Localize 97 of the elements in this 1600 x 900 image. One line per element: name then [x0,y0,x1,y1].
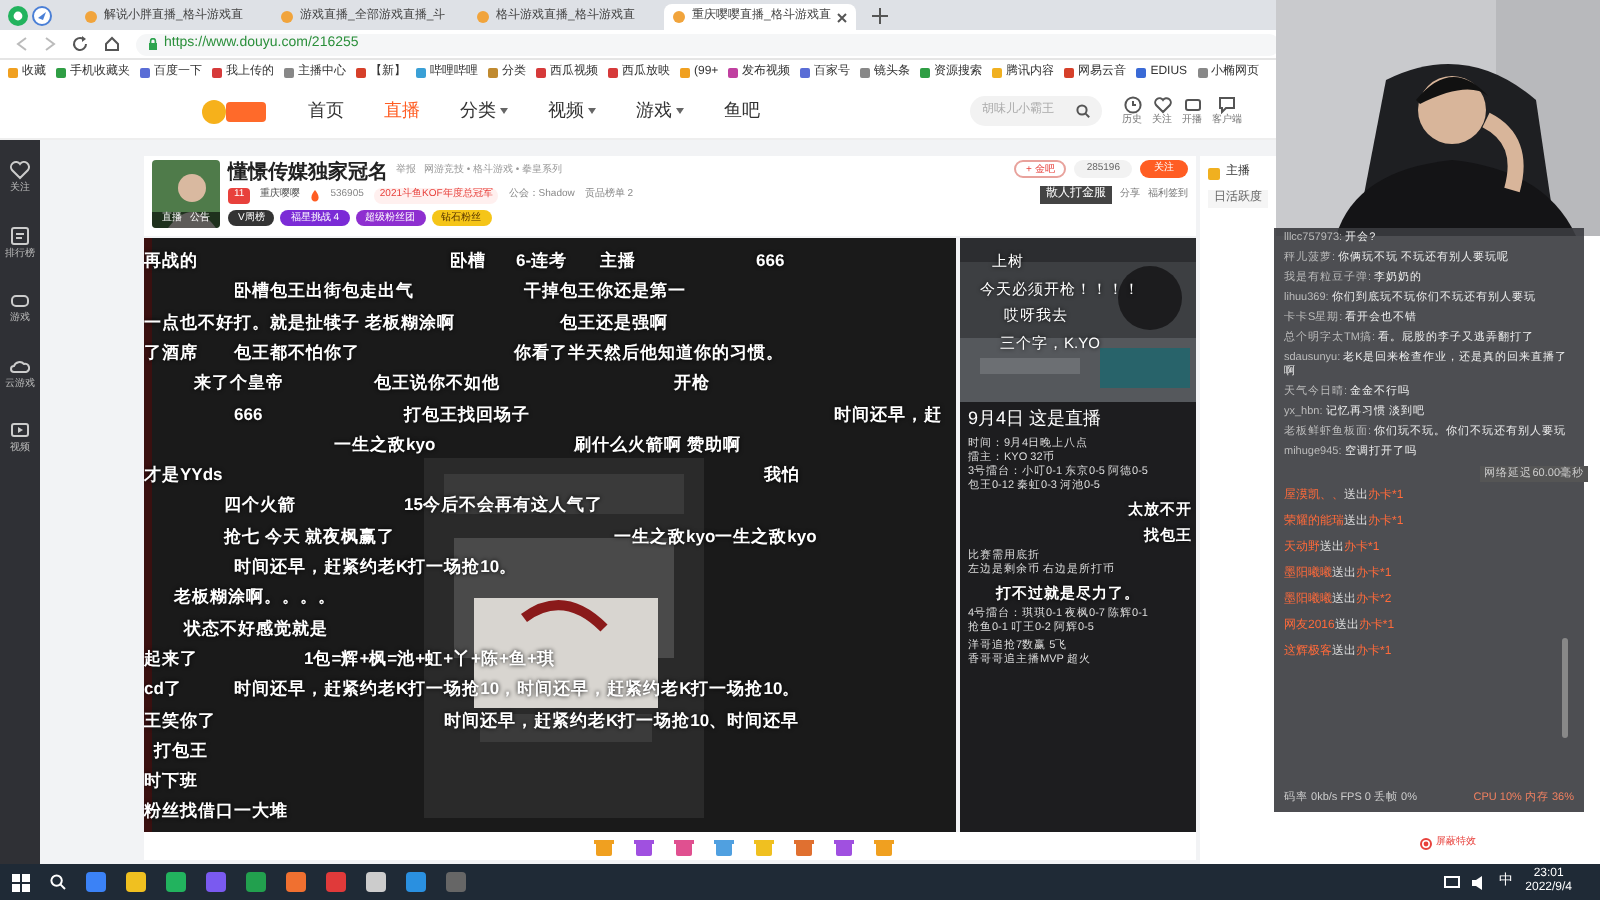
danmaku-comment: 来了个皇帝 [194,370,284,396]
danmaku-comment: 卧槽包王出街包走出气 [234,278,414,305]
rank-icon [10,225,30,245]
danmaku-comment: 一生之敌kyo一生之敌kyo [614,523,817,549]
bookmark-icon [680,67,690,77]
danmaku-comment: 15今后不会再有这人气了 [404,492,603,519]
bookmark-icon [8,67,18,77]
scrollbar-icon[interactable] [1562,638,1568,738]
danmaku-comment: 包王说你不如他 [374,370,500,396]
gift-icon[interactable] [674,836,694,856]
danmaku-comment: 一点也不好打。就是扯犊子 老板糊涂啊 [144,309,455,335]
danmaku-comment: 666 [234,401,263,427]
heart-icon [10,160,30,180]
reload-icon[interactable] [72,36,88,52]
broadcast-icon [1183,95,1201,113]
client-icon [1218,95,1236,113]
flame-icon [310,190,321,202]
bookmark-icon [992,67,1003,77]
bookmark-icon [920,67,931,77]
play-icon [1208,167,1220,179]
navigation-icon[interactable] [32,6,52,26]
bookmark-icon [536,67,546,77]
bookmark-icon [356,67,366,77]
forward-icon[interactable] [44,36,56,52]
danmaku-comment: 卧槽 [450,248,486,274]
bookmark-icon [140,67,150,77]
danmaku-comment: 老板糊涂啊。。。。 [174,584,336,611]
bookmark-icon [1064,67,1075,77]
lock-icon [148,38,158,50]
danmaku-comment: 王笑你了 [144,707,216,733]
danmaku-comment: 时间还早，赶 [834,401,942,427]
danmaku-comment: 时下班 [144,768,198,794]
douyu-logo-icon[interactable] [200,97,268,125]
heart-icon [1153,95,1171,113]
volume-icon[interactable] [1471,875,1488,889]
danmaku-comment: 起来了 [144,645,198,672]
nav-link[interactable]: 分类 [460,97,508,125]
danmaku-comment: 再战的 [144,248,198,274]
bookmark-icon [284,67,294,77]
history-icon [1123,95,1141,113]
danmaku-comment: 四个火箭 [224,492,296,519]
danmaku-comment: 包王都不怕你了 [234,339,360,366]
danmaku-comment: 6-连考 [516,248,568,274]
danmaku-comment: 才是YYds [144,462,223,488]
home-icon[interactable] [104,36,120,52]
danmaku-comment: 包王还是强啊 [560,309,668,335]
danmaku-comment: 抢七 今天 就夜枫赢了 [224,523,396,549]
bookmark-icon [728,67,739,77]
bookmark-icon [488,67,498,77]
back-icon[interactable] [16,36,28,52]
danmaku-comment: 一生之敌kyo [334,431,436,458]
gift-icon[interactable] [714,836,734,856]
new-tab-icon[interactable] [872,8,888,24]
gift-icon[interactable] [634,836,654,856]
danmaku-comment: 666 [756,248,785,274]
danmaku-comment: 粉丝找借口一大堆 [144,798,288,825]
danmaku-comment: 状态不好感觉就是 [184,615,328,641]
danmaku-comment: 时间还早，赶紧约老K打一场抢10、时间还早 [444,707,800,733]
bookmark-icon [860,67,871,77]
avatar-icon [152,160,220,228]
record-icon [1420,837,1432,850]
bookmark-icon [56,67,66,77]
bookmark-icon [800,67,811,77]
danmaku-comment: 主播 [600,248,636,274]
bookmark-icon [416,67,426,77]
danmaku-comment: 打包王 [154,737,208,764]
bookmark-icon [1197,67,1208,77]
danmaku-comment: 我怕 [764,462,800,488]
danmaku-comment: 了酒席 [144,339,198,366]
video-icon [10,420,30,440]
gift-icon[interactable] [794,836,814,856]
danmaku-comment: 开枪 [674,370,710,396]
bookmark-icon [608,67,618,77]
danmaku-comment: cd了 [144,676,182,702]
nav-link[interactable]: 鱼吧 [724,97,760,125]
gift-icon[interactable] [834,836,854,856]
gift-icon[interactable] [874,836,894,856]
close-icon[interactable] [836,11,849,23]
bookmark-icon [1136,67,1147,77]
game-icon [10,290,30,310]
cloud-icon [10,355,30,375]
search-icon[interactable] [1076,104,1090,118]
stream-headline: 9月4日 这是直播 [968,406,1102,432]
danmaku-comment: 打包王找回场子 [404,401,530,427]
danmaku-comment: 你看了半天然后他知道你的习惯。 [514,339,784,366]
danmaku-comment: 刷什么火箭啊 赞助啊 [574,431,741,458]
nav-link[interactable]: 首页 [308,97,344,125]
room-title: 懂憬传媒独家冠名 [228,158,388,187]
gift-icon[interactable] [594,836,614,856]
danmaku-comment: 干掉包王你还是第一 [524,278,686,305]
nav-link[interactable]: 游戏 [636,97,684,125]
nav-link[interactable]: 视频 [548,97,596,125]
bookmark-icon [212,67,222,77]
windows-start-icon[interactable] [12,873,30,891]
danmaku-comment: 时间还早，赶紧约老K打一场抢10。 [234,554,518,580]
network-icon[interactable] [1443,875,1460,889]
browser-logo-icon[interactable] [8,6,28,26]
